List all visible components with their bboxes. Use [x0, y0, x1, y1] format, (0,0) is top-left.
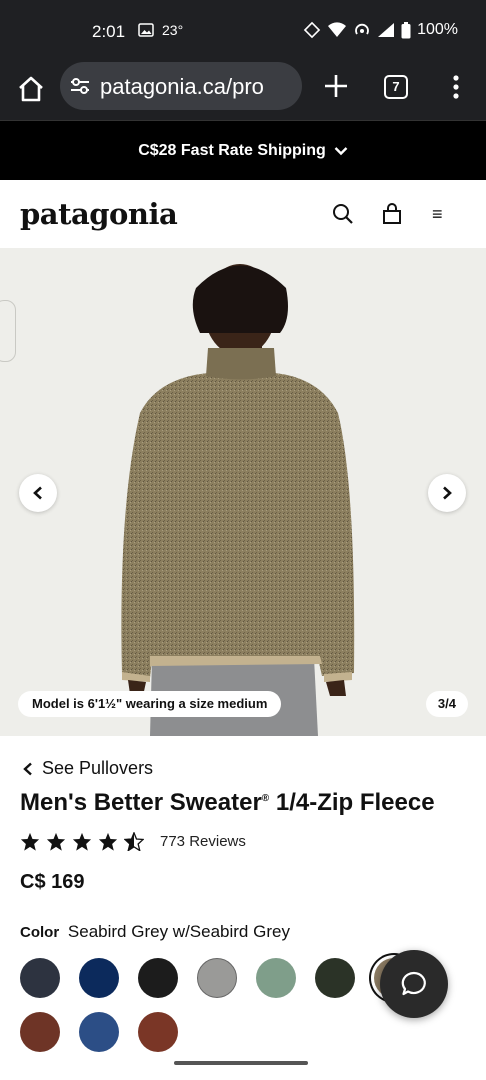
- url-text[interactable]: patagonia.ca/pro: [100, 74, 296, 100]
- chevron-left-icon: [23, 762, 32, 775]
- hotspot-icon: [355, 23, 369, 35]
- color-swatch[interactable]: [138, 1012, 178, 1052]
- tab-switcher-button[interactable]: 7: [384, 75, 408, 99]
- chat-button[interactable]: [380, 950, 448, 1018]
- home-icon[interactable]: [16, 74, 46, 104]
- color-swatch[interactable]: [79, 1012, 119, 1052]
- promo-text: C$28 Fast Rate Shipping: [138, 141, 326, 159]
- star-rating: [20, 832, 144, 851]
- color-swatch[interactable]: [20, 958, 60, 998]
- next-image-button[interactable]: [428, 474, 466, 512]
- site-settings-icon[interactable]: [69, 76, 91, 96]
- product-price: C$ 169: [20, 871, 85, 893]
- model-size-note: Model is 6'1½" wearing a size medium: [18, 691, 282, 717]
- star-icon: [46, 832, 66, 851]
- chevron-down-icon: [334, 146, 348, 155]
- chat-bubble-icon: [401, 971, 426, 996]
- color-swatch[interactable]: [315, 958, 355, 998]
- see-pullovers-link[interactable]: See Pullovers: [22, 758, 153, 779]
- new-tab-icon[interactable]: [322, 72, 350, 100]
- star-icon: [72, 832, 92, 851]
- shipping-promo-banner[interactable]: C$28 Fast Rate Shipping: [0, 120, 486, 180]
- rating-row[interactable]: 773 Reviews: [20, 832, 246, 851]
- rotate-icon: [303, 21, 321, 39]
- back-link-label: See Pullovers: [42, 758, 154, 778]
- color-selection-label: Color Seabird Grey w/Seabird Grey: [20, 922, 290, 941]
- gesture-navigation-bar[interactable]: [174, 1061, 308, 1065]
- chevron-right-icon: [443, 486, 452, 500]
- star-icon: [20, 832, 40, 851]
- product-title: Men's Better Sweater® 1/4-Zip Fleece: [20, 789, 435, 816]
- chevron-left-icon: [33, 486, 42, 500]
- image-icon: [138, 23, 154, 37]
- color-swatch[interactable]: [79, 958, 119, 998]
- color-swatch[interactable]: [20, 1012, 60, 1052]
- address-bar[interactable]: patagonia.ca/pro: [60, 62, 302, 110]
- color-swatch[interactable]: [197, 958, 237, 998]
- status-time: 2:01: [92, 22, 126, 41]
- image-counter: 3/4: [425, 691, 468, 717]
- product-photo: [121, 264, 355, 736]
- reviews-link[interactable]: 773 Reviews: [160, 833, 246, 850]
- shopping-bag-icon[interactable]: [380, 202, 404, 226]
- star-icon: [98, 832, 118, 851]
- patagonia-logo[interactable]: patagonia: [20, 197, 178, 231]
- browser-toolbar: patagonia.ca/pro 7: [0, 62, 486, 120]
- search-icon[interactable]: [331, 202, 355, 226]
- color-swatch[interactable]: [138, 958, 178, 998]
- wifi-icon: [328, 22, 347, 37]
- status-bar: 2:01 23° 100%: [0, 0, 486, 62]
- half-star-icon: [124, 832, 144, 851]
- selected-color-name: Seabird Grey w/Seabird Grey: [67, 922, 290, 941]
- previous-image-button[interactable]: [19, 474, 57, 512]
- battery-icon: [401, 21, 411, 38]
- battery-percent: 100%: [417, 21, 458, 38]
- color-swatch[interactable]: [256, 958, 296, 998]
- temperature: 23°: [162, 22, 184, 38]
- menu-icon[interactable]: ≡: [432, 202, 456, 226]
- signal-icon: [378, 23, 395, 37]
- product-image-gallery[interactable]: Model is 6'1½" wearing a size medium 3/4: [0, 248, 486, 736]
- site-header: patagonia ≡: [0, 180, 486, 248]
- side-tab-handle[interactable]: [0, 300, 16, 362]
- more-options-icon[interactable]: [446, 72, 466, 102]
